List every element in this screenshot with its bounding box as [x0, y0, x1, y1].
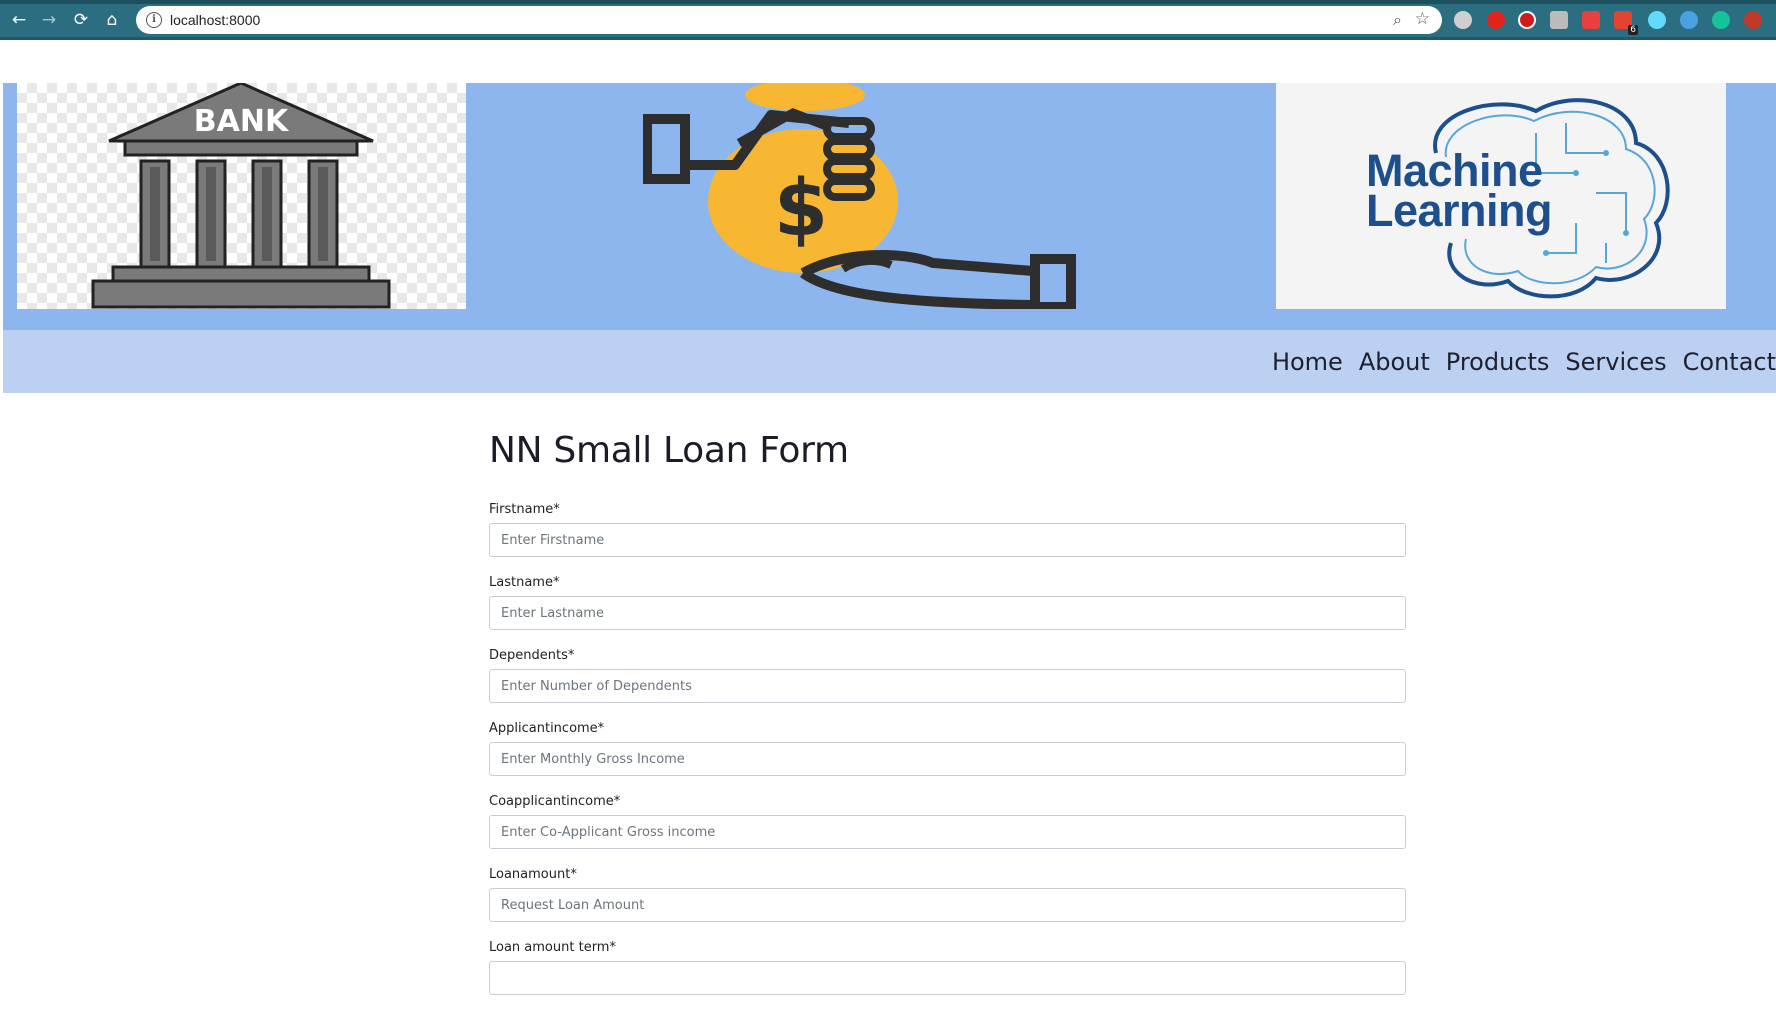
cloud-extension-icon[interactable] — [1680, 11, 1698, 29]
bank-logo: BANK — [17, 81, 466, 309]
loan-term-input[interactable] — [489, 961, 1406, 995]
red-square-extension-icon[interactable] — [1582, 11, 1600, 29]
home-icon[interactable]: ⌂ — [101, 9, 123, 31]
react-devtools-icon[interactable] — [1648, 11, 1666, 29]
lastname-field-group: Lastname* — [489, 575, 1406, 630]
bank-building-icon: BANK — [91, 81, 391, 309]
coapplicant-income-field-group: Coapplicantincome* — [489, 794, 1406, 849]
zoom-icon[interactable]: ⌕ — [1393, 10, 1402, 30]
form-title: NN Small Loan Form — [489, 430, 849, 471]
loan-amount-label: Loanamount* — [489, 867, 577, 882]
firstname-input[interactable] — [489, 523, 1406, 557]
todoist-icon[interactable]: 6 — [1614, 11, 1638, 35]
applicant-income-label: Applicantincome* — [489, 721, 605, 736]
nav-products-link[interactable]: Products — [1446, 348, 1550, 376]
lastname-input[interactable] — [489, 596, 1406, 630]
nav-contact-link[interactable]: Contact — [1683, 348, 1776, 376]
nav-about-link[interactable]: About — [1359, 348, 1430, 376]
ml-logo-line-2: Learning — [1366, 185, 1553, 236]
extension-badge: 6 — [1628, 25, 1638, 35]
grammarly-icon[interactable] — [1712, 11, 1730, 29]
machine-learning-logo: Machine Learning — [1276, 83, 1726, 309]
svg-text:$: $ — [774, 164, 828, 254]
lastname-label: Lastname* — [489, 575, 560, 590]
browser-toolbar: ← → ⟳ ⌂ i localhost:8000 ⌕ ☆ 6 — [0, 0, 1776, 40]
coapplicant-income-input[interactable] — [489, 815, 1406, 849]
firstname-label: Firstname* — [489, 502, 560, 517]
ml-logo-text: Machine Learning — [1366, 148, 1553, 236]
money-bag-icon: $ — [642, 79, 1076, 312]
header-banner: BANK $ Machine Learning — [3, 79, 1776, 330]
applicant-income-field-group: Applicantincome* — [489, 721, 1406, 776]
forward-arrow-icon[interactable]: → — [38, 9, 60, 31]
address-bar[interactable]: i localhost:8000 ⌕ ☆ — [136, 6, 1442, 34]
dependents-field-group: Dependents* — [489, 648, 1406, 703]
nav-home-link[interactable]: Home — [1272, 348, 1343, 376]
reload-icon[interactable]: ⟳ — [70, 9, 92, 31]
loan-term-label: Loan amount term* — [489, 940, 616, 955]
bank-sign: BANK — [194, 104, 290, 139]
applicant-income-input[interactable] — [489, 742, 1406, 776]
main-navbar: Home About Products Services Contact — [3, 330, 1776, 393]
tab-strip — [0, 0, 1776, 4]
coapplicant-income-label: Coapplicantincome* — [489, 794, 621, 809]
bookmark-star-icon[interactable]: ☆ — [1415, 9, 1430, 29]
loan-form: NN Small Loan Form Firstname* Lastname* … — [489, 430, 1406, 1013]
loan-amount-input[interactable] — [489, 888, 1406, 922]
dependents-input[interactable] — [489, 669, 1406, 703]
back-arrow-icon[interactable]: ← — [8, 9, 30, 31]
nav-menu: Home About Products Services Contact — [1256, 330, 1776, 393]
nav-services-link[interactable]: Services — [1565, 348, 1666, 376]
wolf-extension-icon[interactable] — [1454, 11, 1472, 29]
red-dot-extension-icon[interactable] — [1744, 11, 1762, 29]
red-extension-icon[interactable] — [1487, 11, 1505, 29]
pdf-tool-icon[interactable] — [1550, 11, 1568, 29]
site-info-icon[interactable]: i — [146, 12, 162, 28]
loan-amount-field-group: Loanamount* — [489, 867, 1406, 922]
adblock-icon[interactable] — [1518, 11, 1536, 29]
loan-term-field-group: Loan amount term* — [489, 940, 1406, 995]
firstname-field-group: Firstname* — [489, 502, 1406, 557]
address-url[interactable]: localhost:8000 — [170, 12, 260, 28]
dependents-label: Dependents* — [489, 648, 575, 663]
money-exchange-illustration: $ — [642, 79, 1103, 312]
